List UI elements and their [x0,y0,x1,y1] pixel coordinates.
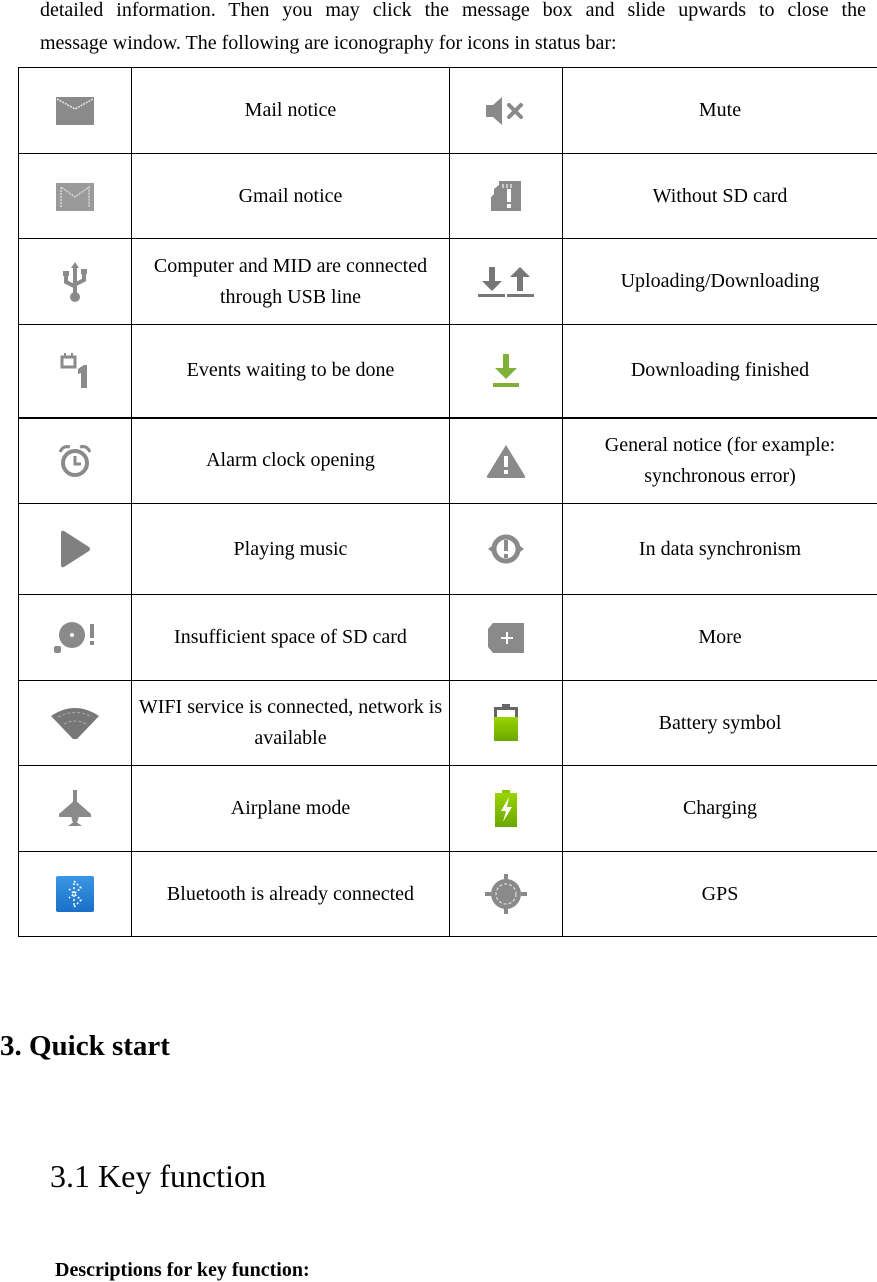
icon-cell [449,324,563,418]
intro-line-1: detailed information. Then you may click… [40,0,866,21]
icon-cell [18,324,132,418]
play-icon [61,530,90,568]
no-sd-card-icon [491,181,521,211]
icon-cell [18,765,132,852]
icon-label: GPS [562,851,877,937]
table-row: Gmail notice Without SD card [18,153,877,239]
section-heading: 3. Quick start [0,1030,170,1062]
icon-cell [449,153,563,239]
upload-download-icon [478,266,534,297]
icon-cell [449,416,563,504]
icon-cell [449,67,563,154]
battery-icon [494,704,518,741]
sync-error-icon [488,534,524,564]
icon-cell [449,594,563,681]
icon-label: General notice (for example: synchronous… [562,416,877,504]
icon-cell [18,851,132,937]
icon-label: Airplane mode [131,765,450,852]
icon-cell [18,503,132,595]
mail-icon [56,97,94,126]
mute-icon [486,96,523,125]
icon-cell [18,238,132,325]
icon-label: WIFI service is connected, network is av… [131,680,450,766]
table-row: Insufficient space of SD card More [18,594,877,681]
airplane-icon [59,789,91,826]
icon-cell [449,680,563,766]
table-row: Bluetooth is already connected GPS [18,851,877,937]
icon-cell [449,238,563,325]
icon-cell [18,67,132,154]
icon-label: More [562,594,877,681]
warning-icon [486,444,526,478]
icon-label: Alarm clock opening [131,416,450,504]
table-row: Alarm clock opening General notice (for … [18,416,877,504]
icon-label: In data synchronism [562,503,877,595]
table-row: Computer and MID are connected through U… [18,238,877,325]
icon-label: Mail notice [131,67,450,154]
icon-label: Battery symbol [562,680,877,766]
table-row: Mail notice Mute [18,67,877,154]
subsection-heading: 3.1 Key function [50,1158,266,1194]
icon-label: Playing music [131,503,450,595]
sd-card-full-icon [54,621,94,653]
more-icon [488,622,524,653]
icon-label: Events waiting to be done [131,324,450,418]
icon-label: Without SD card [562,153,877,239]
download-finished-icon [493,353,519,387]
calendar-event-icon [60,352,87,388]
charging-icon [495,789,517,827]
icon-label: Computer and MID are connected through U… [131,238,450,325]
icon-label: Mute [562,67,877,154]
status-icon-table: Mail notice Mute Gmail notice Without SD… [18,67,877,937]
key-function-description-label: Descriptions for key function: [55,1259,310,1281]
icon-label: Gmail notice [131,153,450,239]
intro-line-2: message window. The following are iconog… [40,32,617,54]
table-row: Playing music In data synchronism [18,503,877,595]
alarm-clock-icon [58,444,92,477]
icon-label: Uploading/Downloading [562,238,877,325]
bluetooth-icon [56,876,94,912]
icon-label: Bluetooth is already connected [131,851,450,937]
icon-cell [18,416,132,504]
icon-cell [449,851,563,937]
table-row: Events waiting to be done Downloading fi… [18,324,877,418]
icon-cell [18,594,132,681]
gps-icon [485,874,527,914]
icon-cell [449,765,563,852]
icon-label: Charging [562,765,877,852]
intro-paragraph: detailed information. Then you may click… [40,0,866,57]
wifi-icon [51,708,99,739]
usb-icon [63,261,87,302]
icon-cell [449,503,563,595]
table-row: Airplane mode Charging [18,765,877,852]
icon-cell [18,153,132,239]
icon-cell [18,680,132,766]
icon-label: Downloading finished [562,324,877,418]
icon-label: Insufficient space of SD card [131,594,450,681]
gmail-icon [56,182,94,211]
table-row: WIFI service is connected, network is av… [18,680,877,766]
